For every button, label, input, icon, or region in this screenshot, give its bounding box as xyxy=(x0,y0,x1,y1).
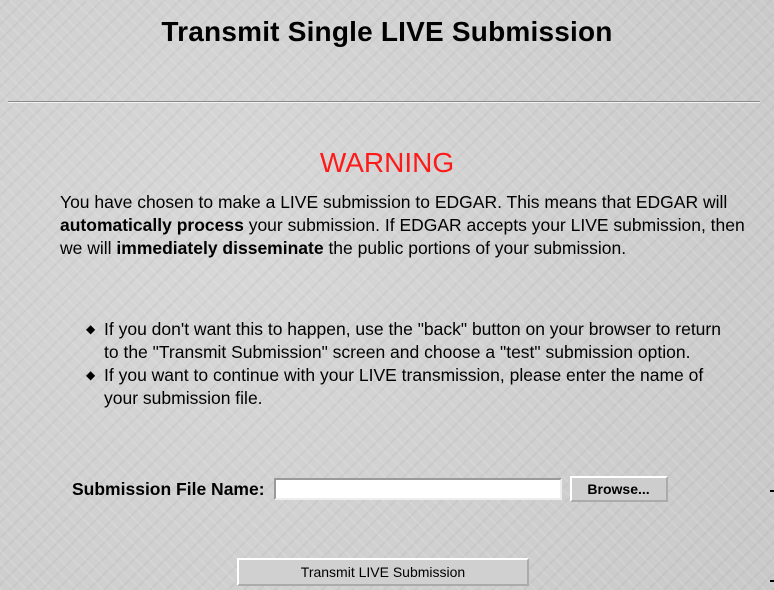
warning-text-emphasis: automatically process xyxy=(60,215,244,235)
instructions-list: ◆ If you don't want this to happen, use … xyxy=(80,318,740,410)
list-item: ◆ If you don't want this to happen, use … xyxy=(80,318,740,364)
warning-heading: WARNING xyxy=(319,147,455,178)
bullet-icon: ◆ xyxy=(86,368,96,382)
submission-file-input[interactable] xyxy=(273,478,562,500)
scrollbar-tick xyxy=(770,490,774,492)
submission-file-label: Submission File Name: xyxy=(72,478,265,499)
bullet-icon: ◆ xyxy=(86,322,96,336)
instruction-text: If you don't want this to happen, use th… xyxy=(104,319,721,362)
scrollbar-tick xyxy=(770,580,774,582)
scrollbar-edge[interactable] xyxy=(770,490,774,590)
warning-text-emphasis: immediately disseminate xyxy=(116,238,324,258)
list-item: ◆ If you want to continue with your LIVE… xyxy=(80,364,740,410)
transmit-live-submission-button[interactable]: Transmit LIVE Submission xyxy=(237,558,529,586)
horizontal-divider xyxy=(8,101,760,103)
submission-file-row: Submission File Name: Browse... xyxy=(72,476,668,502)
page-title: Transmit Single LIVE Submission xyxy=(161,16,613,47)
warning-text-segment: the public portions of your submission. xyxy=(323,238,627,258)
instruction-text: If you want to continue with your LIVE t… xyxy=(104,365,704,408)
warning-text-segment: You have chosen to make a LIVE submissio… xyxy=(60,192,728,212)
browse-button[interactable]: Browse... xyxy=(569,476,668,502)
warning-paragraph: You have chosen to make a LIVE submissio… xyxy=(60,191,746,260)
